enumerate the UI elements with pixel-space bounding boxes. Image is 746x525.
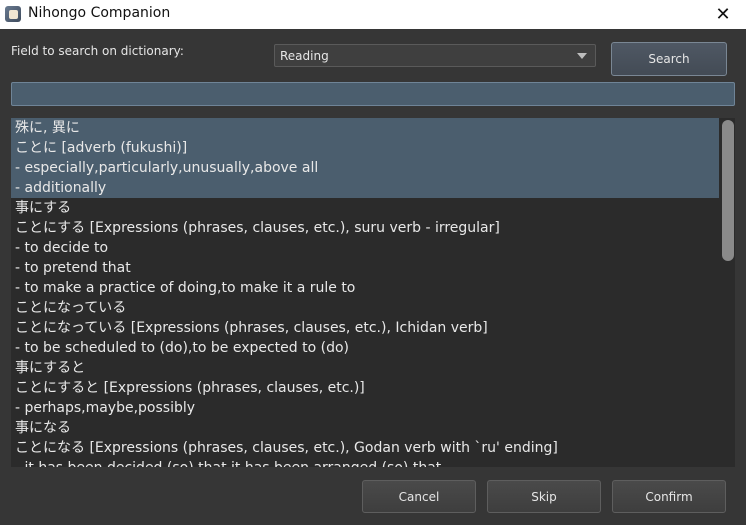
title-bar: Nihongo Companion ✕: [0, 0, 746, 29]
result-reading: ことに [adverb (fukushi)]: [15, 140, 188, 156]
search-input[interactable]: [11, 82, 735, 106]
close-icon: ✕: [715, 4, 731, 25]
results-list-content: 殊に, 異にことに [adverb (fukushi)] - especiall…: [11, 118, 719, 467]
search-field-label: Field to search on dictionary:: [11, 44, 184, 58]
result-definition: - it has been decided (so) that,it has b…: [11, 458, 719, 467]
result-definition: - to decide to: [15, 240, 109, 256]
result-headword: ことになっている: [15, 300, 127, 316]
app-logo-icon: [5, 6, 21, 22]
close-button[interactable]: ✕: [700, 0, 746, 29]
result-definition: - perhaps,maybe,possibly: [15, 400, 196, 416]
chevron-down-icon: [577, 53, 587, 59]
cancel-button[interactable]: Cancel: [362, 480, 476, 513]
result-definition: - especially,particularly,unusually,abov…: [15, 160, 319, 176]
result-reading: ことになる [Expressions (phrases, clauses, et…: [15, 440, 558, 456]
confirm-button[interactable]: Confirm: [612, 480, 726, 513]
result-definition: - to be scheduled to (do),to be expected…: [15, 340, 349, 356]
result-headword: 殊に, 異に: [15, 120, 80, 136]
result-entry[interactable]: 事にすることにする [Expressions (phrases, clauses…: [11, 198, 719, 298]
result-definition: - to pretend that: [15, 260, 131, 276]
dialog-body: Field to search on dictionary: Reading S…: [0, 29, 746, 525]
result-headword: 事になる: [15, 420, 71, 436]
result-headword: 事にする: [15, 200, 72, 216]
result-reading: ことにする [Expressions (phrases, clauses, et…: [15, 220, 500, 236]
search-field-dropdown[interactable]: Reading: [274, 44, 596, 67]
result-entry[interactable]: 殊に, 異にことに [adverb (fukushi)] - especiall…: [11, 118, 719, 198]
result-definition: - additionally: [15, 180, 107, 196]
results-scrollbar[interactable]: [721, 118, 735, 467]
search-button[interactable]: Search: [611, 42, 727, 76]
result-entry[interactable]: ことになっていることになっている [Expressions (phrases, …: [11, 298, 719, 358]
result-reading: ことになっている [Expressions (phrases, clauses,…: [15, 320, 488, 336]
result-definition: - to make a practice of doing,to make it…: [15, 280, 356, 296]
search-field-selected-value: Reading: [280, 48, 329, 63]
window-title: Nihongo Companion: [28, 5, 171, 21]
result-entry[interactable]: 事にするとことにすると [Expressions (phrases, claus…: [11, 358, 719, 418]
result-headword: 事にすると: [15, 360, 86, 376]
results-list[interactable]: 殊に, 異にことに [adverb (fukushi)] - especiall…: [11, 118, 735, 467]
result-entry[interactable]: 事になることになる [Expressions (phrases, clauses…: [11, 418, 719, 467]
result-reading: ことにすると [Expressions (phrases, clauses, e…: [15, 380, 365, 396]
skip-button[interactable]: Skip: [487, 480, 601, 513]
scrollbar-thumb[interactable]: [722, 120, 734, 261]
